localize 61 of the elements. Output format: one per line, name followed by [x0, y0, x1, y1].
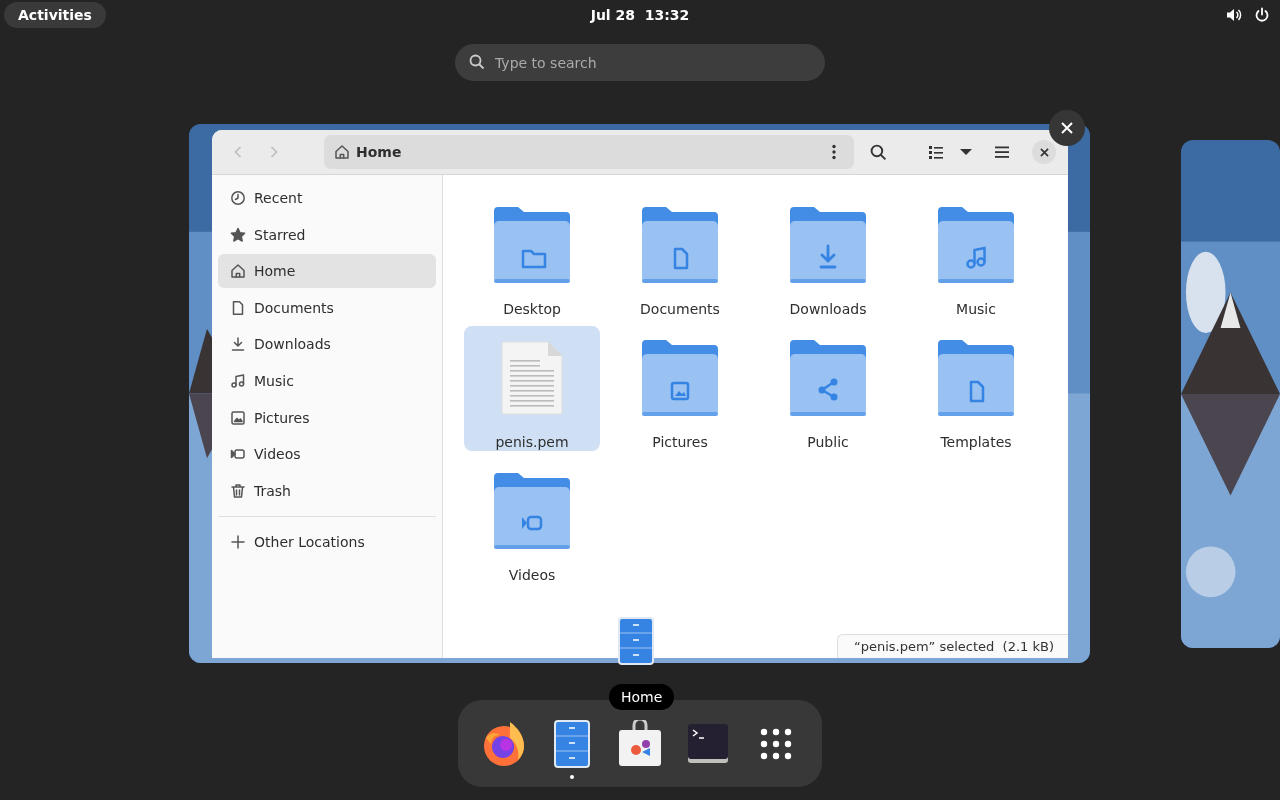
file-item[interactable]: Desktop: [464, 193, 600, 318]
sidebar-item[interactable]: Pictures: [218, 400, 436, 435]
sidebar-item[interactable]: Downloads: [218, 327, 436, 362]
activities-button[interactable]: Activities: [4, 2, 106, 28]
clock[interactable]: Jul 28 13:32: [590, 7, 690, 23]
more-icon: [832, 144, 836, 160]
shopping-bag-icon: [618, 719, 662, 768]
recent-icon: [230, 190, 246, 206]
sidebar-item[interactable]: Music: [218, 363, 436, 398]
volume-icon[interactable]: [1226, 7, 1242, 23]
folder-icon: [494, 205, 570, 285]
sidebar-item[interactable]: Trash: [218, 473, 436, 508]
trash-icon: [230, 482, 246, 499]
file-item[interactable]: penis.pem: [464, 326, 600, 451]
folder-icon: [642, 205, 718, 285]
folder-icon: [790, 205, 866, 285]
file-item[interactable]: Downloads: [760, 193, 896, 318]
file-item[interactable]: Pictures: [612, 326, 748, 451]
status-label: “penis.pem” selected (2.1 kB): [836, 634, 1068, 658]
folder-icon: [938, 205, 1014, 285]
power-icon[interactable]: [1254, 7, 1270, 23]
folder-icon: [642, 338, 718, 418]
file-item[interactable]: Videos: [464, 459, 600, 584]
starred-icon: [230, 226, 246, 243]
pictures-icon: [230, 409, 246, 426]
list-icon: [928, 144, 944, 160]
close-icon: [1039, 147, 1049, 157]
terminal-icon: [688, 723, 728, 764]
file-item[interactable]: Public: [760, 326, 896, 451]
close-icon: [1061, 122, 1073, 134]
file-item[interactable]: Templates: [908, 326, 1044, 451]
search-field[interactable]: Type to search: [455, 44, 825, 81]
folder-icon: [494, 471, 570, 551]
sidebar-item[interactable]: Documents: [218, 290, 436, 325]
plus-icon: [230, 534, 246, 551]
home-icon: [334, 144, 350, 160]
music-icon: [230, 372, 246, 389]
home-icon: [230, 263, 246, 280]
downloads-icon: [230, 336, 246, 353]
sidebar-item[interactable]: Starred: [218, 217, 436, 252]
tooltip: Home: [609, 684, 675, 710]
menu-icon: [994, 144, 1010, 160]
path-crumb[interactable]: Home: [334, 144, 402, 160]
folder-icon: [790, 338, 866, 418]
file-cabinet-icon: [554, 719, 590, 768]
close-window-button[interactable]: [1049, 110, 1085, 146]
file-item[interactable]: Music: [908, 193, 1044, 318]
search-icon: [469, 54, 485, 70]
file-item[interactable]: Documents: [612, 193, 748, 318]
sidebar-item[interactable]: Other Locations: [218, 525, 436, 560]
documents-icon: [230, 299, 246, 316]
close-button[interactable]: [1032, 140, 1056, 164]
folder-icon: [938, 338, 1014, 418]
sidebar-item[interactable]: Recent: [218, 181, 436, 215]
file-cabinet-icon: [618, 617, 654, 665]
running-indicator: [570, 774, 574, 779]
caret-icon: [960, 148, 972, 156]
sidebar-item[interactable]: Videos: [218, 437, 436, 472]
sidebar-item[interactable]: Home: [218, 254, 436, 289]
app-grid-icon: [760, 727, 792, 760]
search-icon: [869, 143, 887, 161]
